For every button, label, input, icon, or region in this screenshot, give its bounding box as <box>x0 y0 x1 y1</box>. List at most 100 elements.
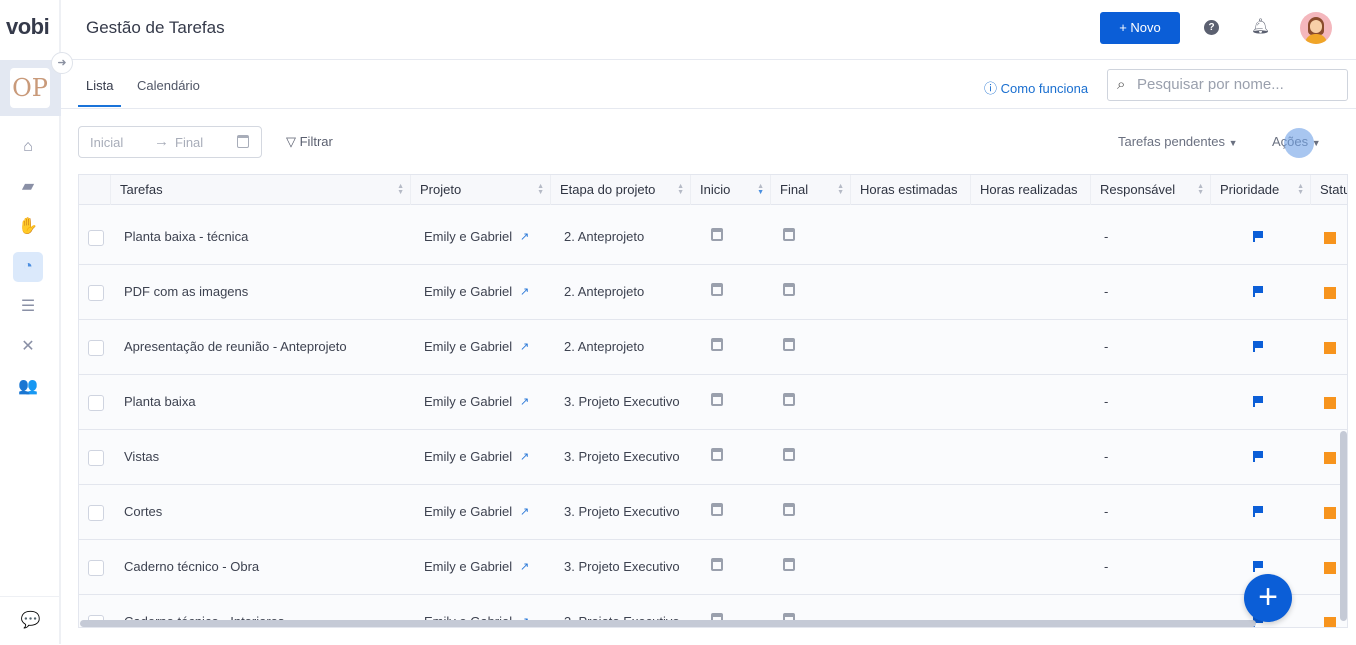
external-link-icon[interactable]: ↗ <box>520 505 529 518</box>
priority-flag-icon[interactable] <box>1253 231 1263 242</box>
task-name[interactable]: Cortes <box>124 504 162 519</box>
bell-icon[interactable]: 🔔︎ <box>1251 17 1270 35</box>
vobi-logo: vobi <box>6 14 50 39</box>
task-name[interactable]: Planta baixa <box>124 394 196 409</box>
task-name[interactable]: Caderno técnico - Obra <box>124 559 259 574</box>
how-it-works-link[interactable]: ⓘ Como funciona <box>984 78 1088 97</box>
table-row[interactable]: Planta baixa - técnica Emily e Gabriel ↗… <box>79 210 1347 265</box>
external-link-icon[interactable]: ↗ <box>520 395 529 408</box>
start-date-calendar-icon[interactable] <box>711 448 723 461</box>
coins-icon[interactable]: ☰ <box>13 292 43 322</box>
project-stage: 3. Projeto Executivo <box>564 559 680 574</box>
col-final[interactable]: Final ▲ ▼ <box>771 175 851 205</box>
search-input[interactable]: ⌕ Pesquisar por nome... <box>1107 69 1348 101</box>
status-indicator[interactable] <box>1324 287 1336 299</box>
priority-flag-icon[interactable] <box>1253 506 1263 517</box>
chat-help-icon[interactable]: 💬 <box>0 596 61 644</box>
col-horas-estimadas[interactable]: Horas estimadas <box>851 175 971 205</box>
handshake-icon[interactable]: ✋ <box>13 212 43 242</box>
col-etapa[interactable]: Etapa do projeto ▲ ▼ <box>551 175 691 205</box>
status-indicator[interactable] <box>1324 507 1336 519</box>
status-indicator[interactable] <box>1324 232 1336 244</box>
folder-icon[interactable]: ▰ <box>13 172 43 202</box>
external-link-icon[interactable]: ↗ <box>520 560 529 573</box>
pending-tasks-dropdown[interactable]: Tarefas pendentes ▼ <box>1118 134 1238 149</box>
end-date-calendar-icon[interactable] <box>783 448 795 461</box>
external-link-icon[interactable]: ↗ <box>520 285 529 298</box>
col-tarefas[interactable]: Tarefas ▲ ▼ <box>111 175 411 205</box>
status-indicator[interactable] <box>1324 562 1336 574</box>
task-name[interactable]: PDF com as imagens <box>124 284 248 299</box>
end-date-calendar-icon[interactable] <box>783 228 795 241</box>
start-date-calendar-icon[interactable] <box>711 283 723 296</box>
task-name[interactable]: Planta baixa - técnica <box>124 229 248 244</box>
priority-flag-icon[interactable] <box>1253 286 1263 297</box>
external-link-icon[interactable]: ↗ <box>520 230 529 243</box>
status-indicator[interactable] <box>1324 397 1336 409</box>
date-range-picker[interactable]: Inicial → Final <box>78 126 262 158</box>
start-date-calendar-icon[interactable] <box>711 228 723 241</box>
end-date-input[interactable]: Final <box>175 135 203 150</box>
table-row[interactable]: PDF com as imagens Emily e Gabriel ↗ 2. … <box>79 265 1347 320</box>
project-stage: 2. Anteprojeto <box>564 339 645 354</box>
row-checkbox[interactable] <box>88 505 104 521</box>
row-checkbox[interactable] <box>88 285 104 301</box>
tab-calendario[interactable]: Calendário <box>137 78 200 93</box>
row-checkbox[interactable] <box>88 450 104 466</box>
question-icon[interactable]: ? <box>1204 20 1219 35</box>
tab-lista[interactable]: Lista <box>86 78 113 93</box>
pending-label: Tarefas pendentes <box>1118 134 1225 149</box>
avatar[interactable] <box>1300 12 1332 44</box>
table-row[interactable]: Caderno técnico - Obra Emily e Gabriel ↗… <box>79 540 1347 595</box>
filter-button[interactable]: ▽ Filtrar <box>286 134 333 150</box>
col-projeto[interactable]: Projeto ▲ ▼ <box>411 175 551 205</box>
col-prioridade[interactable]: Prioridade ▲ ▼ <box>1211 175 1311 205</box>
row-checkbox[interactable] <box>88 230 104 246</box>
row-checkbox[interactable] <box>88 560 104 576</box>
row-checkbox[interactable] <box>88 340 104 356</box>
priority-flag-icon[interactable] <box>1253 561 1263 572</box>
external-link-icon[interactable]: ↗ <box>520 450 529 463</box>
task-name[interactable]: Vistas <box>124 449 159 464</box>
status-indicator[interactable] <box>1324 452 1336 464</box>
table-row[interactable]: Apresentação de reunião - Anteprojeto Em… <box>79 320 1347 375</box>
start-date-calendar-icon[interactable] <box>711 393 723 406</box>
expand-sidebar-button[interactable]: ➜ <box>51 52 73 74</box>
row-checkbox[interactable] <box>88 395 104 411</box>
start-date-calendar-icon[interactable] <box>711 503 723 516</box>
col-responsavel[interactable]: Responsável ▲ ▼ <box>1091 175 1211 205</box>
end-date-calendar-icon[interactable] <box>783 283 795 296</box>
end-date-calendar-icon[interactable] <box>783 393 795 406</box>
project-name: Emily e Gabriel <box>424 559 513 574</box>
topbar: Gestão de Tarefas + Novo ? 🔔︎ <box>61 0 1356 60</box>
start-date-input[interactable]: Inicial <box>90 135 123 150</box>
new-button[interactable]: + Novo <box>1100 12 1180 44</box>
users-icon[interactable]: 👥 <box>13 372 43 402</box>
priority-flag-icon[interactable] <box>1253 396 1263 407</box>
col-horas-realizadas[interactable]: Horas realizadas <box>971 175 1091 205</box>
tools-icon[interactable]: ✕ <box>13 332 43 362</box>
tabs: Lista Calendário ⓘ Como funciona ⌕ Pesqui… <box>61 60 1356 109</box>
end-date-calendar-icon[interactable] <box>783 338 795 351</box>
project-stage: 2. Anteprojeto <box>564 284 645 299</box>
table-row[interactable]: Cortes Emily e Gabriel ↗ 3. Projeto Exec… <box>79 485 1347 540</box>
col-inicio[interactable]: Inicio ▲ ▼ <box>691 175 771 205</box>
home-icon[interactable]: ⌂ <box>13 132 43 162</box>
end-date-calendar-icon[interactable] <box>783 558 795 571</box>
start-date-calendar-icon[interactable] <box>711 558 723 571</box>
priority-flag-icon[interactable] <box>1253 341 1263 352</box>
task-name[interactable]: Apresentação de reunião - Anteprojeto <box>124 339 347 354</box>
status-indicator[interactable] <box>1324 617 1336 627</box>
table-row[interactable]: Planta baixa Emily e Gabriel ↗ 3. Projet… <box>79 375 1347 430</box>
table-row[interactable]: Vistas Emily e Gabriel ↗ 3. Projeto Exec… <box>79 430 1347 485</box>
end-date-calendar-icon[interactable] <box>783 503 795 516</box>
dashboard-icon[interactable]: ◔ <box>13 252 43 282</box>
external-link-icon[interactable]: ↗ <box>520 340 529 353</box>
start-date-calendar-icon[interactable] <box>711 338 723 351</box>
vertical-scrollbar[interactable] <box>1340 431 1347 621</box>
horizontal-scrollbar[interactable] <box>80 620 1256 627</box>
status-indicator[interactable] <box>1324 342 1336 354</box>
col-status[interactable]: Status <box>1311 175 1347 205</box>
priority-flag-icon[interactable] <box>1253 451 1263 462</box>
add-task-fab[interactable]: + <box>1244 574 1292 622</box>
